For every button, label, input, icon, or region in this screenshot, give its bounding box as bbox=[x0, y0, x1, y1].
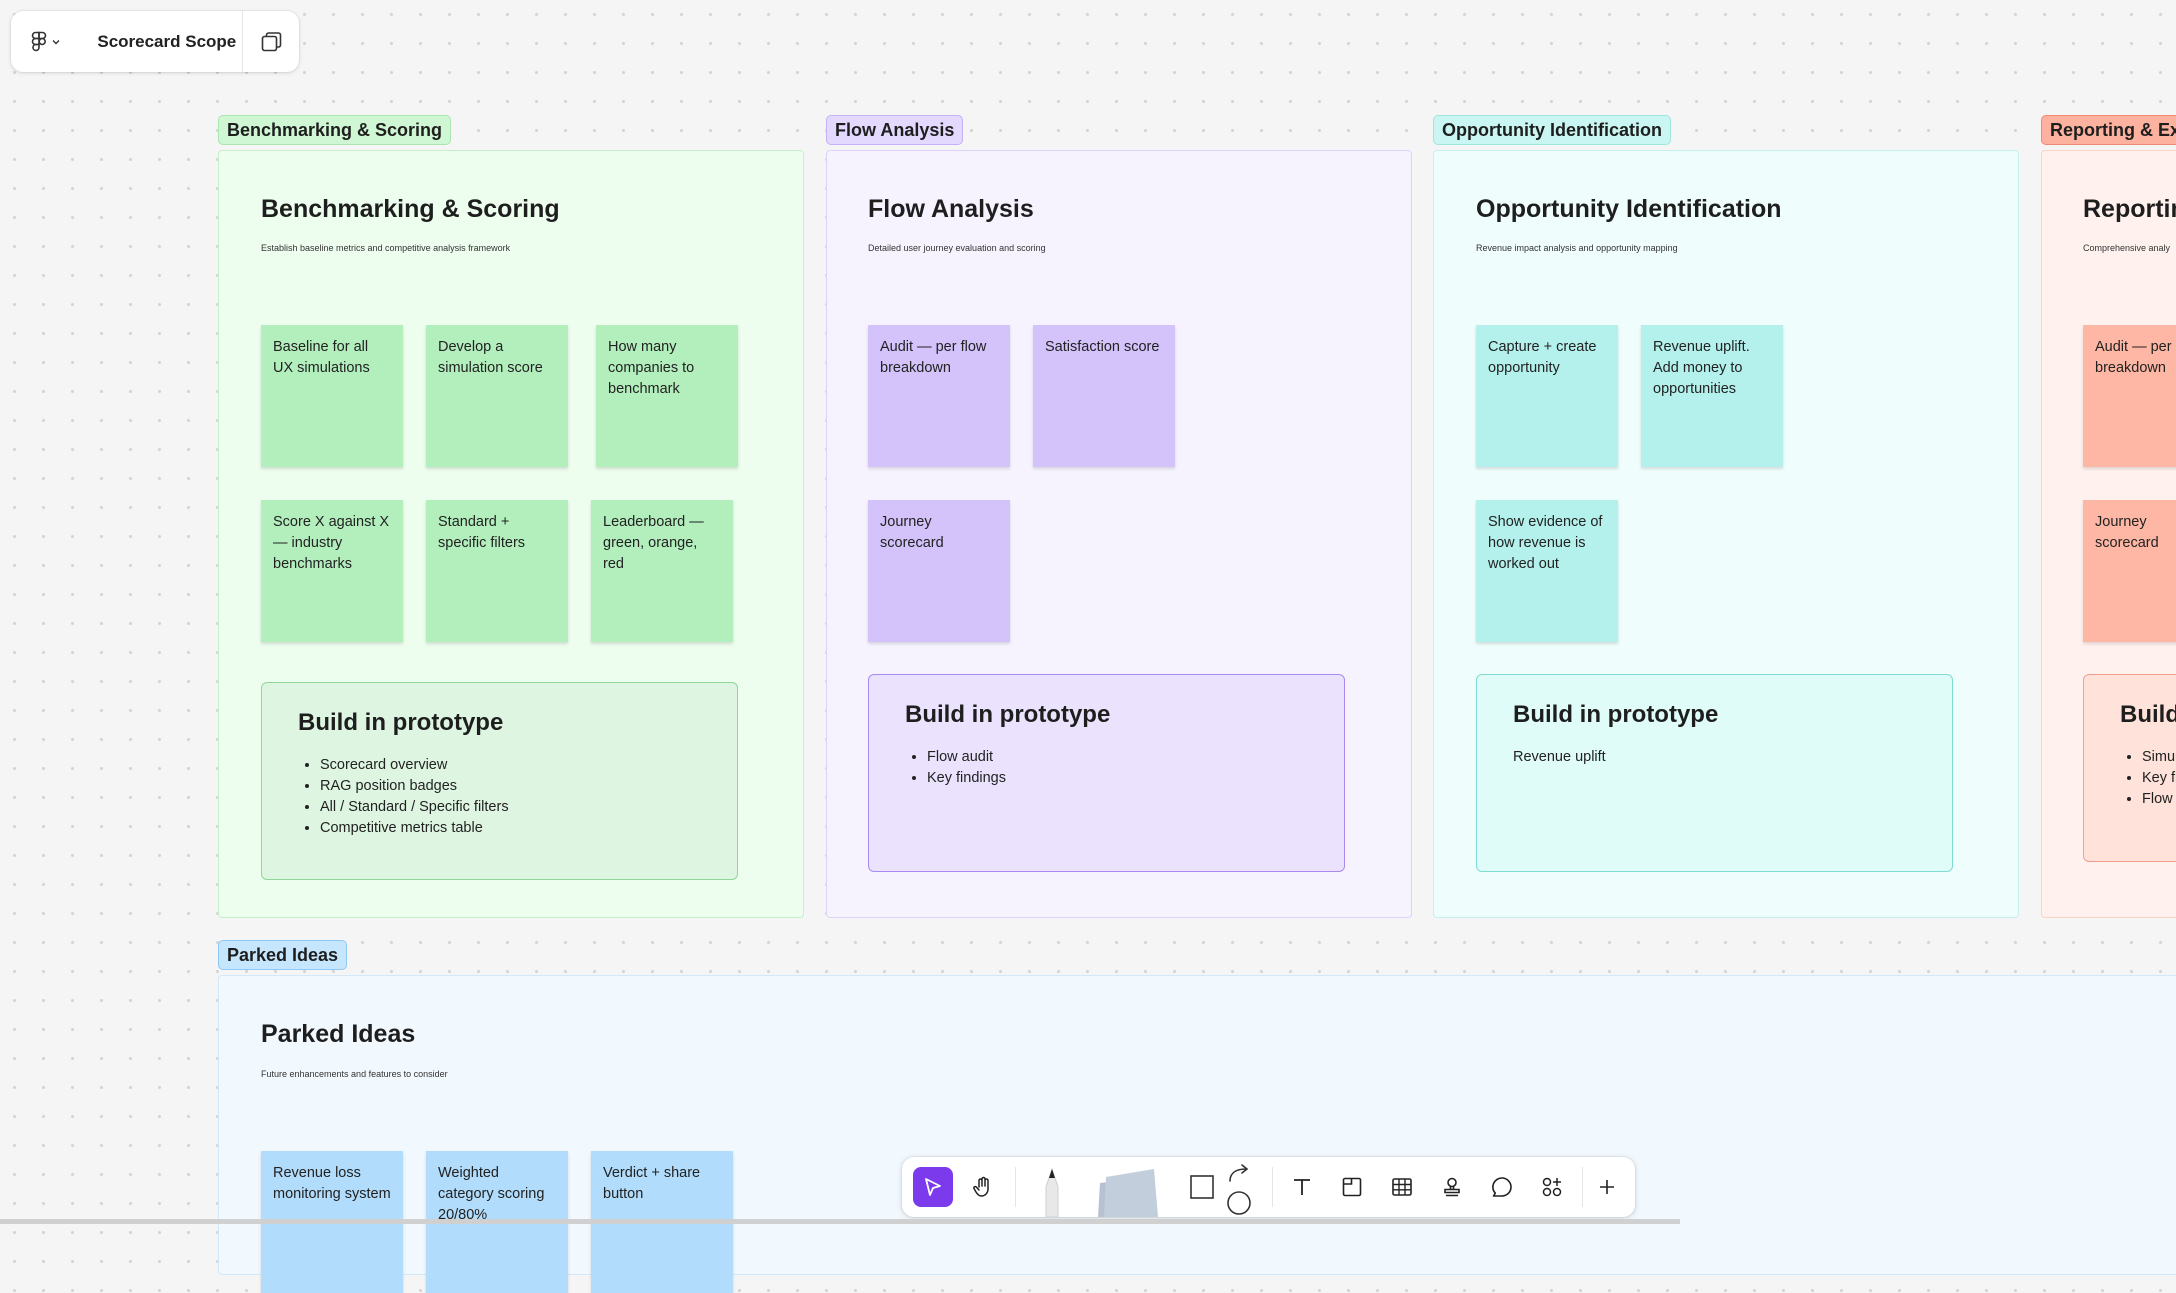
bottom-toolbar bbox=[902, 1157, 1635, 1217]
divider bbox=[1015, 1167, 1016, 1207]
scrollbar[interactable] bbox=[0, 1219, 1680, 1224]
section-tag-parked[interactable]: Parked Ideas bbox=[218, 940, 348, 970]
connector-tool-button[interactable] bbox=[1222, 1159, 1258, 1217]
prototype-card[interactable]: Build Simul Key fi Flow bbox=[2083, 674, 2176, 862]
sticky-note[interactable]: Standard + specific filters bbox=[426, 500, 568, 642]
section-tool-button[interactable] bbox=[1332, 1167, 1372, 1207]
comment-icon bbox=[1492, 1177, 1512, 1197]
file-bar: Scorecard Scope bbox=[11, 11, 299, 72]
pen-icon bbox=[1045, 1167, 1059, 1217]
plus-icon bbox=[1600, 1180, 1614, 1194]
prototype-card[interactable]: Build in prototype Scorecard overview RA… bbox=[261, 682, 738, 880]
sticky-note[interactable]: Develop a simulation score bbox=[426, 325, 568, 467]
widgets-tool-button[interactable] bbox=[1532, 1167, 1572, 1207]
table-tool-button[interactable] bbox=[1382, 1167, 1422, 1207]
stamp-icon bbox=[1444, 1177, 1460, 1197]
list-item: Flow bbox=[2142, 789, 2176, 810]
prototype-list: Scorecard overview RAG position badges A… bbox=[298, 755, 701, 839]
sticky-note[interactable]: Audit — per breakdown bbox=[2083, 325, 2176, 467]
sticky-note[interactable]: Satisfaction score bbox=[1033, 325, 1175, 467]
prototype-title: Build bbox=[2120, 701, 2176, 728]
prototype-text: Revenue uplift bbox=[1513, 749, 1606, 765]
sticky-note[interactable]: Revenue uplift. Add money to opportuniti… bbox=[1641, 325, 1783, 467]
section-description: Detailed user journey evaluation and sco… bbox=[868, 243, 1046, 253]
file-title[interactable]: Scorecard Scope bbox=[77, 32, 236, 52]
sticky-note[interactable]: Audit — per flow breakdown bbox=[868, 325, 1010, 467]
cursor-icon bbox=[925, 1178, 941, 1196]
list-item: Competitive metrics table bbox=[320, 818, 701, 839]
main-menu-button[interactable] bbox=[11, 31, 77, 53]
prototype-title: Build in prototype bbox=[1513, 701, 1719, 728]
list-item: Flow audit bbox=[927, 747, 1308, 768]
prototype-title: Build in prototype bbox=[905, 701, 1111, 728]
pages-button[interactable] bbox=[243, 30, 299, 54]
sticky-note[interactable]: Score X against X — industry benchmarks bbox=[261, 500, 403, 642]
stamp-tool-button[interactable] bbox=[1432, 1167, 1472, 1207]
section-title: Reportin bbox=[2083, 195, 2176, 223]
section-tag-benchmarking[interactable]: Benchmarking & Scoring bbox=[218, 115, 452, 145]
text-tool-button[interactable] bbox=[1282, 1167, 1322, 1207]
section-title: Opportunity Identification bbox=[1476, 195, 1782, 223]
prototype-list: Simul Key fi Flow bbox=[2120, 747, 2176, 810]
list-item: Key fi bbox=[2142, 768, 2176, 789]
section-description: Future enhancements and features to cons… bbox=[261, 1069, 448, 1079]
widgets-icon bbox=[1542, 1177, 1562, 1197]
shape-tool-button[interactable] bbox=[1182, 1167, 1222, 1207]
section-description: Comprehensive analy bbox=[2083, 243, 2171, 253]
pen-tool-button[interactable] bbox=[1032, 1157, 1072, 1217]
hand-tool-button[interactable] bbox=[963, 1167, 1003, 1207]
prototype-card[interactable]: Build in prototype Flow audit Key findin… bbox=[868, 674, 1345, 872]
sticky-note[interactable]: Journey scorecard bbox=[2083, 500, 2176, 642]
sticky-note[interactable]: Show evidence of how revenue is worked o… bbox=[1476, 500, 1618, 642]
connector-arrow-icon bbox=[1227, 1164, 1251, 1215]
hand-icon bbox=[973, 1176, 989, 1197]
comment-tool-button[interactable] bbox=[1482, 1167, 1522, 1207]
sticky-note[interactable]: How many companies to benchmark bbox=[596, 325, 738, 467]
section-description: Establish baseline metrics and competiti… bbox=[261, 243, 511, 253]
more-tool-button[interactable] bbox=[1587, 1167, 1627, 1207]
section-title: Flow Analysis bbox=[868, 195, 1034, 223]
divider bbox=[1582, 1167, 1583, 1207]
pages-icon bbox=[261, 31, 282, 51]
section-tag-reporting[interactable]: Reporting & Exp bbox=[2041, 115, 2176, 145]
prototype-list: Flow audit Key findings bbox=[905, 747, 1308, 789]
list-item: All / Standard / Specific filters bbox=[320, 797, 701, 818]
list-item: Key findings bbox=[927, 768, 1308, 789]
sticky-note[interactable]: Leaderboard — green, orange, red bbox=[591, 500, 733, 642]
sticky-note[interactable]: Journey scorecard bbox=[868, 500, 1010, 642]
sticky-notes-icon bbox=[1098, 1169, 1158, 1217]
section-tag-flow[interactable]: Flow Analysis bbox=[826, 115, 964, 145]
list-item: Scorecard overview bbox=[320, 755, 701, 776]
divider bbox=[1272, 1167, 1273, 1207]
sticky-note[interactable]: Baseline for all UX simulations bbox=[261, 325, 403, 467]
section-icon bbox=[1342, 1177, 1362, 1197]
list-item: RAG position badges bbox=[320, 776, 701, 797]
chevron-down-icon bbox=[52, 39, 60, 44]
list-item: Simul bbox=[2142, 747, 2176, 768]
section-title: Parked Ideas bbox=[261, 1020, 416, 1048]
figma-logo-icon bbox=[31, 31, 47, 51]
rectangle-icon bbox=[1190, 1175, 1214, 1199]
section-title: Benchmarking & Scoring bbox=[261, 195, 560, 223]
sticky-tool-button[interactable] bbox=[1092, 1163, 1162, 1217]
section-description: Revenue impact analysis and opportunity … bbox=[1476, 243, 1678, 253]
text-icon bbox=[1294, 1179, 1310, 1195]
prototype-card[interactable]: Build in prototype Revenue uplift bbox=[1476, 674, 1953, 872]
sticky-note[interactable]: Capture + create opportunity bbox=[1476, 325, 1618, 467]
section-tag-opportunity[interactable]: Opportunity Identification bbox=[1433, 115, 1671, 145]
prototype-title: Build in prototype bbox=[298, 709, 504, 736]
table-icon bbox=[1392, 1178, 1412, 1196]
move-tool-button[interactable] bbox=[913, 1167, 953, 1207]
